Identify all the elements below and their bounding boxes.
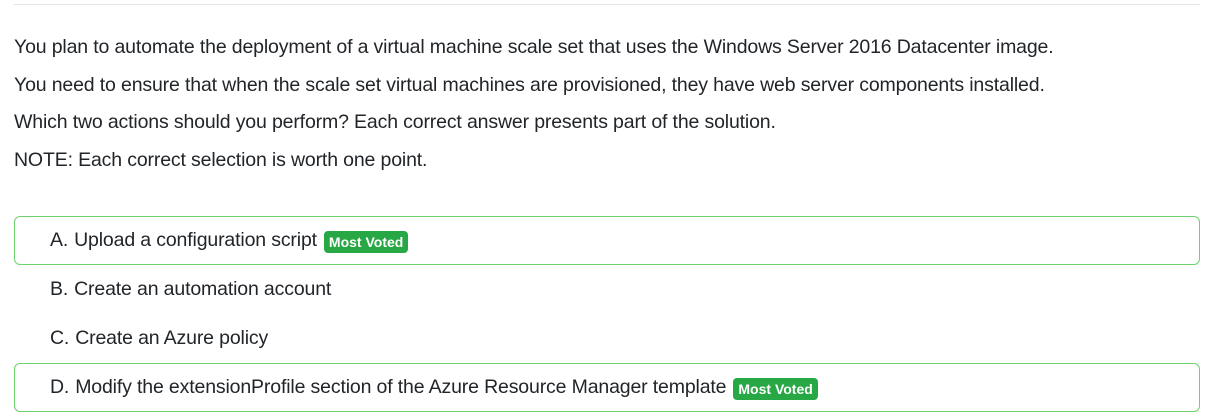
choice-text: Create an Azure policy [75, 327, 269, 349]
choice-letter: C. [50, 327, 70, 349]
answer-choices: A. Upload a configuration script Most Vo… [14, 216, 1200, 412]
most-voted-badge: Most Voted [733, 377, 818, 400]
choice-b[interactable]: B. Create an automation account [14, 265, 1200, 314]
question-line: You need to ensure that when the scale s… [14, 73, 1045, 96]
choice-letter: D. [50, 376, 70, 398]
question-note: NOTE: Each correct selection is worth on… [14, 148, 428, 171]
choice-text: Upload a configuration script [74, 229, 317, 251]
choice-text: Modify the extensionProfile section of t… [75, 376, 727, 398]
question-text: You plan to automate the deployment of a… [14, 29, 1204, 179]
top-divider [14, 4, 1200, 5]
choice-letter: B. [50, 278, 69, 300]
question-line: You plan to automate the deployment of a… [14, 36, 1054, 58]
choice-a[interactable]: A. Upload a configuration script Most Vo… [14, 216, 1200, 265]
choice-d[interactable]: D. Modify the extensionProfile section o… [14, 363, 1200, 412]
choice-text: Create an automation account [74, 278, 332, 300]
choice-c[interactable]: C. Create an Azure policy [14, 314, 1200, 363]
most-voted-badge: Most Voted [323, 230, 409, 253]
choice-letter: A. [50, 229, 69, 251]
question-line: Which two actions should you perform? Ea… [14, 111, 776, 133]
